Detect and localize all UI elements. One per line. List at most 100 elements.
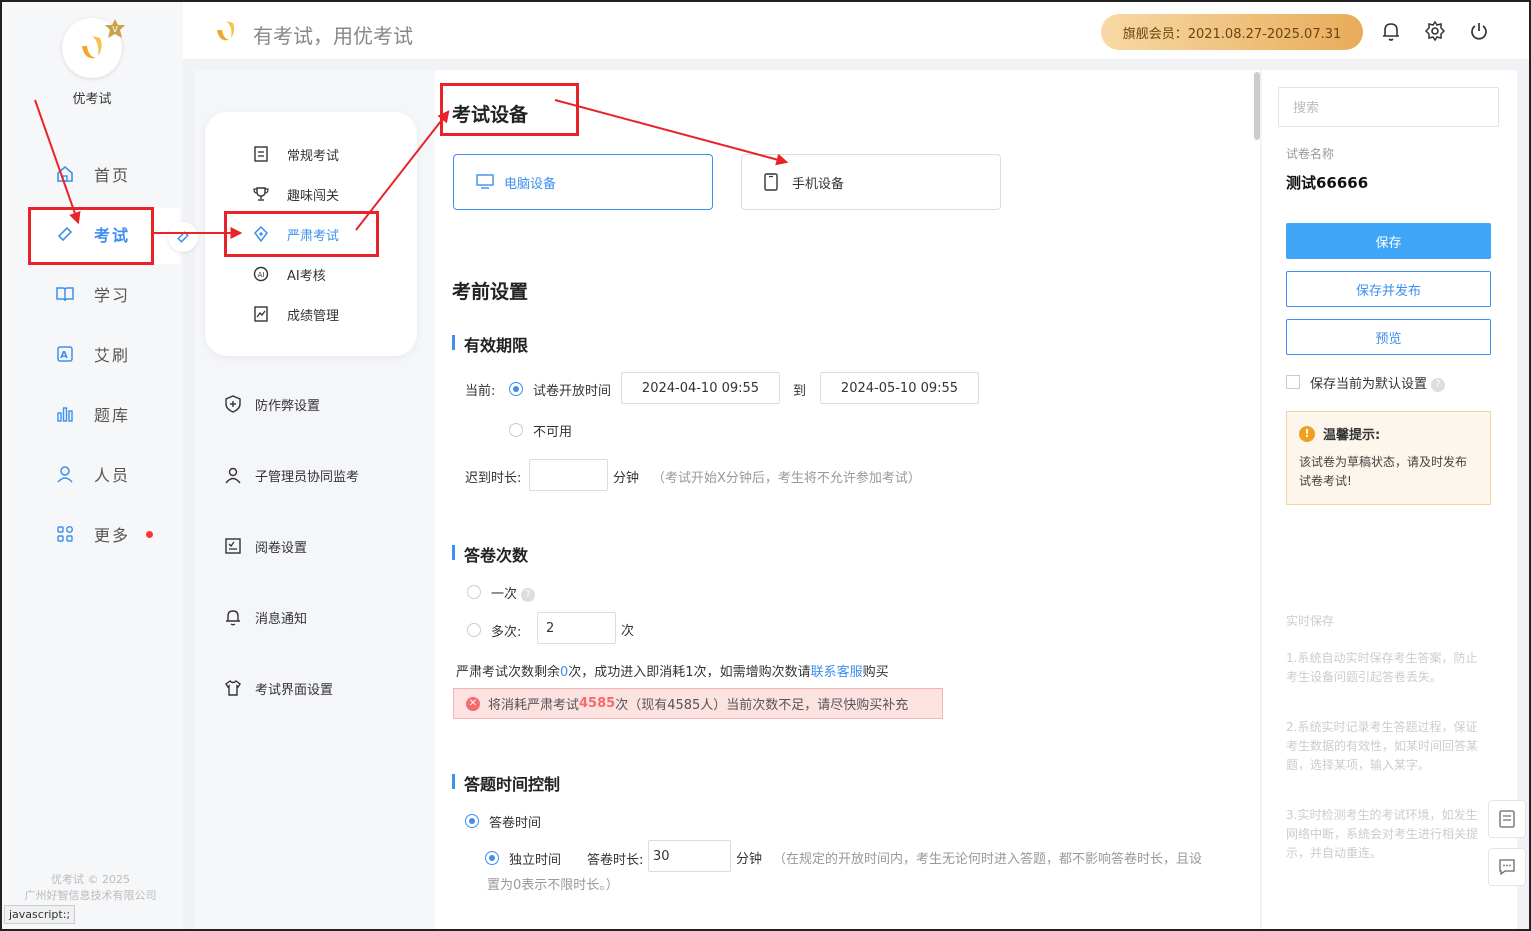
nav-question-bank-label: 题库 bbox=[94, 406, 131, 425]
multiple-label: 多次: bbox=[491, 625, 522, 640]
setting-exam-interface-label: 考试界面设置 bbox=[255, 682, 334, 698]
nav-study-label: 学习 bbox=[94, 286, 131, 305]
submenu-ai-assessment-label: AI考核 bbox=[287, 268, 326, 284]
floating-chat-button[interactable] bbox=[1488, 848, 1526, 886]
attempts-title: 答卷次数 bbox=[452, 542, 528, 566]
scrollbar-thumb[interactable] bbox=[1254, 72, 1260, 140]
header-slogan: 有考试，用优考试 bbox=[253, 24, 413, 48]
nav-people[interactable]: 人员 bbox=[54, 459, 164, 489]
device-mobile[interactable]: 手机设备 bbox=[741, 154, 1001, 210]
realtime-point-2: 2.系统实时记录考生答题过程，保证考生数据的有效性，如某时间回答某题，选择某项，… bbox=[1286, 720, 1479, 772]
submenu-fun-challenge[interactable]: 趣味闯关 bbox=[253, 183, 339, 205]
bell-icon bbox=[223, 607, 243, 627]
preview-button[interactable]: 预览 bbox=[1286, 319, 1491, 355]
setting-notification[interactable]: 消息通知 bbox=[223, 605, 307, 629]
remaining-pre: 严肃考试次数剩余 bbox=[456, 665, 561, 680]
nav-home-label: 首页 bbox=[94, 166, 131, 185]
validity-title: 有效期限 bbox=[452, 332, 528, 356]
device-mobile-label: 手机设备 bbox=[792, 176, 845, 192]
pre-exam-settings-title: 考前设置 bbox=[452, 281, 529, 303]
radio-once[interactable] bbox=[467, 585, 481, 599]
alert-count: 4585 bbox=[579, 696, 616, 711]
contact-support-link[interactable]: 联系客服 bbox=[811, 665, 863, 680]
late-duration-input[interactable] bbox=[529, 459, 608, 491]
svg-text:V: V bbox=[112, 25, 118, 34]
start-time-field[interactable]: 2024-04-10 09:55 bbox=[621, 372, 780, 404]
paper-name-label: 试卷名称 bbox=[1286, 147, 1335, 161]
submenu-score-management[interactable]: 成绩管理 bbox=[253, 303, 339, 325]
shirt-icon bbox=[223, 678, 243, 698]
setting-anti-cheat[interactable]: 防作弊设置 bbox=[223, 392, 320, 416]
chart-doc-icon bbox=[253, 306, 269, 322]
svg-text:A: A bbox=[60, 350, 70, 361]
device-computer-label: 电脑设备 bbox=[504, 176, 557, 192]
nav-more[interactable]: 更多 bbox=[54, 519, 164, 549]
power-icon[interactable] bbox=[1468, 20, 1490, 42]
nav-study[interactable]: 学习 bbox=[54, 279, 164, 309]
chat-icon bbox=[1499, 859, 1515, 876]
attempts-count-input[interactable]: 2 bbox=[537, 612, 616, 644]
radio-open-time[interactable] bbox=[509, 382, 523, 396]
attempts-unit: 次 bbox=[621, 624, 635, 639]
default-setting-checkbox[interactable] bbox=[1286, 375, 1300, 389]
nav-aishua-label: 艾刷 bbox=[94, 346, 131, 365]
shield-icon bbox=[223, 394, 243, 414]
save-button[interactable]: 保存 bbox=[1286, 223, 1491, 259]
save-publish-button[interactable]: 保存并发布 bbox=[1286, 271, 1491, 307]
nav-aishua[interactable]: A 艾刷 bbox=[54, 339, 164, 369]
setting-exam-interface[interactable]: 考试界面设置 bbox=[223, 676, 333, 700]
svg-text:AI: AI bbox=[258, 271, 265, 279]
help-icon[interactable]: ? bbox=[1431, 377, 1446, 392]
phone-icon bbox=[764, 173, 782, 191]
late-duration-hint: （考试开始X分钟后，考生将不允许参加考试） bbox=[652, 471, 921, 486]
device-computer[interactable]: 电脑设备 bbox=[453, 154, 713, 210]
user-icon bbox=[54, 463, 76, 485]
duration-label: 答卷时长: bbox=[587, 853, 644, 868]
radio-unavailable[interactable] bbox=[509, 423, 523, 437]
app-logo-icon bbox=[82, 36, 102, 59]
duration-hint-line-1: （在规定的开放时间内，考生无论何时进入答题，都不影响答卷时长，且设 bbox=[773, 852, 1203, 867]
vip-badge-icon: V bbox=[105, 19, 125, 38]
annotation-box-serious-exam bbox=[224, 211, 379, 257]
top-header: 有考试，用优考试 旗舰会员：2021.08.27-2025.07.31 bbox=[183, 2, 1529, 60]
document-icon bbox=[253, 146, 269, 162]
warm-tip-box: ! 温馨提示: 该试卷为草稿状态，请及时发布试卷考试! bbox=[1286, 411, 1491, 505]
radio-multiple[interactable] bbox=[467, 623, 481, 637]
remaining-attempts-text: 严肃考试次数剩余0次，成功进入即消耗1次，如需增购次数请联系客服购买 bbox=[456, 661, 889, 680]
membership-badge[interactable]: 旗舰会员：2021.08.27-2025.07.31 bbox=[1101, 14, 1363, 50]
submenu-ai-assessment[interactable]: AI AI考核 bbox=[253, 263, 326, 285]
search-input[interactable] bbox=[1278, 87, 1499, 127]
duration-hint-line-2: 置为0表示不限时长。） bbox=[487, 878, 619, 893]
default-setting-option: 保存当前为默认设置? bbox=[1310, 373, 1446, 392]
nav-people-label: 人员 bbox=[94, 466, 131, 485]
apps-icon bbox=[54, 523, 76, 545]
gear-icon[interactable] bbox=[1424, 20, 1446, 42]
setting-grading-label: 阅卷设置 bbox=[255, 540, 308, 556]
setting-grading[interactable]: 阅卷设置 bbox=[223, 534, 307, 558]
submenu-regular-exam[interactable]: 常规考试 bbox=[253, 143, 339, 165]
setting-sub-admin-proctor[interactable]: 子管理员协同监考 bbox=[223, 463, 359, 487]
nav-question-bank[interactable]: 题库 bbox=[54, 399, 164, 429]
nav-more-label: 更多 bbox=[94, 526, 131, 545]
ai-icon: AI bbox=[253, 266, 269, 282]
radio-answer-time[interactable] bbox=[465, 814, 479, 828]
buy-text: 购买 bbox=[862, 665, 889, 680]
unavailable-label: 不可用 bbox=[533, 425, 573, 440]
duration-input[interactable]: 30 bbox=[648, 840, 731, 872]
bell-icon[interactable] bbox=[1380, 20, 1402, 42]
end-time-field[interactable]: 2024-05-10 09:55 bbox=[820, 372, 979, 404]
radio-independent-time[interactable] bbox=[485, 851, 499, 865]
user-group-icon bbox=[223, 465, 243, 485]
warning-icon: ! bbox=[1299, 425, 1315, 442]
copyright-line-2: 广州好智信息技术有限公司 bbox=[24, 889, 157, 902]
help-icon[interactable]: ? bbox=[521, 587, 536, 602]
copyright-line-1: 优考试 © 2025 bbox=[51, 873, 130, 886]
once-label: 一次 bbox=[491, 587, 518, 602]
collapse-tag-icon[interactable] bbox=[168, 222, 198, 252]
setting-sub-admin-proctor-label: 子管理员协同监考 bbox=[255, 469, 360, 485]
copyright: 优考试 © 2025 广州好智信息技术有限公司 bbox=[0, 872, 181, 904]
realtime-point-3: 3.实时检测考生的考试环境，如发生网络中断，系统会对考生进行相关提示，并自动重连… bbox=[1286, 808, 1479, 860]
floating-notes-button[interactable] bbox=[1488, 800, 1526, 838]
nav-home[interactable]: 首页 bbox=[54, 159, 164, 189]
independent-time-label: 独立时间 bbox=[509, 853, 562, 868]
